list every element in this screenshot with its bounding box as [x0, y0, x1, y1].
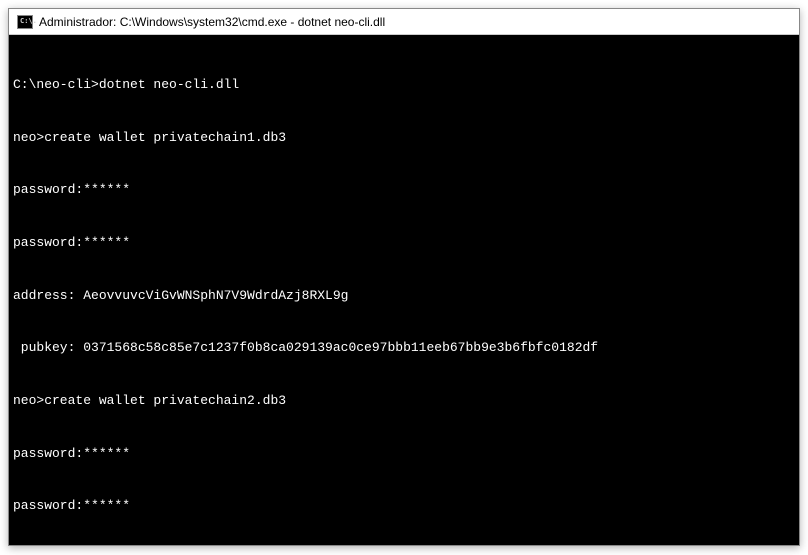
cmd-window: C:\. Administrador: C:\Windows\system32\…: [8, 8, 800, 546]
terminal-line: password:******: [13, 497, 795, 515]
terminal-line: pubkey: 0371568c58c85e7c1237f0b8ca029139…: [13, 339, 795, 357]
terminal-line: C:\neo-cli>dotnet neo-cli.dll: [13, 76, 795, 94]
terminal-output[interactable]: C:\neo-cli>dotnet neo-cli.dll neo>create…: [9, 35, 799, 545]
terminal-line: neo>create wallet privatechain1.db3: [13, 129, 795, 147]
title-bar[interactable]: C:\. Administrador: C:\Windows\system32\…: [9, 9, 799, 35]
terminal-line: password:******: [13, 181, 795, 199]
terminal-line: password:******: [13, 445, 795, 463]
window-title: Administrador: C:\Windows\system32\cmd.e…: [39, 15, 385, 29]
terminal-line: neo>create wallet privatechain2.db3: [13, 392, 795, 410]
cmd-icon: C:\.: [17, 15, 33, 29]
terminal-line: address: AeovvuvcViGvWNSphN7V9WdrdAzj8RX…: [13, 287, 795, 305]
terminal-line: password:******: [13, 234, 795, 252]
